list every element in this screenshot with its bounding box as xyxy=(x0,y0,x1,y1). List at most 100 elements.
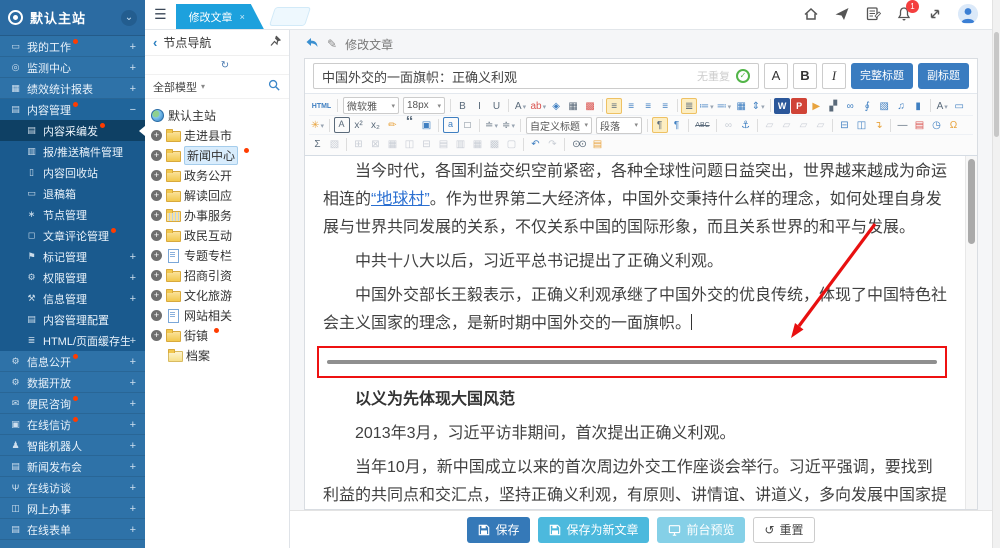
preview-button[interactable]: 前台预览 xyxy=(657,517,745,543)
expand-icon[interactable]: + xyxy=(151,330,162,341)
tree-node[interactable]: + 街镇 xyxy=(148,325,286,345)
model-filter-select[interactable]: 全部模型 xyxy=(153,79,197,95)
insert-table-button[interactable]: ▦ xyxy=(733,98,749,114)
tree-node[interactable]: + 政民互动 xyxy=(148,225,286,245)
align-center-button[interactable]: ≡ xyxy=(623,98,639,114)
node-search-input[interactable] xyxy=(209,81,264,93)
collapse-panel-icon[interactable]: ‹ xyxy=(153,35,157,50)
table-split-button[interactable]: ◫ xyxy=(402,136,418,152)
remove-indent-button[interactable]: ¶ xyxy=(669,117,685,133)
quick-send-icon[interactable] xyxy=(834,6,850,22)
tree-node[interactable]: + 招商引资 xyxy=(148,265,286,285)
image-left-button[interactable]: ▱ xyxy=(762,117,778,133)
format-painter-button[interactable]: ✏ xyxy=(385,117,401,133)
article-title-field[interactable]: 无重复 ✓ xyxy=(313,63,759,89)
sidebar-item[interactable]: ▭ 退稿箱 xyxy=(0,183,145,204)
bold-button[interactable]: B xyxy=(455,98,471,114)
anchor-button[interactable]: ⚓ xyxy=(738,117,754,133)
sidebar-item[interactable]: ∗ 节点管理 xyxy=(0,204,145,225)
editor-content[interactable]: 当今时代，各国利益交织空前紧密，各种全球性问题日益突出，世界越来越成为命运相连的… xyxy=(305,156,965,509)
sidebar-item[interactable]: ◻ 文章评论管理 xyxy=(0,225,145,246)
sidebar-item[interactable]: ▤ 内容采编发 xyxy=(0,120,145,141)
import-word-button[interactable]: W xyxy=(774,98,790,114)
insert-media-button[interactable]: ▶ xyxy=(808,98,824,114)
align-justify-button[interactable]: ≡ xyxy=(657,98,673,114)
find-replace-button[interactable]: ⊙⊙ xyxy=(569,136,589,152)
space-below-button[interactable]: ≑ xyxy=(501,117,517,133)
search-icon[interactable] xyxy=(268,79,281,95)
tree-node[interactable]: + 网站相关 xyxy=(148,305,286,325)
sidebar-item[interactable]: ⚒ 信息管理 + xyxy=(0,288,145,309)
tree-node[interactable]: + 专题专栏 xyxy=(148,245,286,265)
formula-button[interactable]: Σ xyxy=(310,136,326,152)
table-header-button[interactable]: ▤ xyxy=(436,136,452,152)
stamp-button[interactable]: ▩ xyxy=(582,98,598,114)
tab-close-icon[interactable]: × xyxy=(240,12,245,22)
title-italic-button[interactable]: I xyxy=(822,63,846,89)
expand-icon[interactable]: + xyxy=(151,310,162,321)
table-style-button[interactable]: ▩ xyxy=(487,136,503,152)
columns-button[interactable]: ◫ xyxy=(854,117,870,133)
sidebar-item[interactable]: ≣ HTML/页面缓存生成 + xyxy=(0,330,145,351)
fullscreen-icon[interactable] xyxy=(927,6,943,22)
tree-node[interactable]: + 走进县市 xyxy=(148,125,286,145)
expand-icon[interactable]: + xyxy=(151,250,162,261)
expand-icon[interactable]: + xyxy=(151,130,162,141)
back-icon[interactable] xyxy=(304,36,319,53)
redo-button[interactable]: ↷ xyxy=(545,136,561,152)
emoticon-button[interactable]: ▦ xyxy=(565,98,581,114)
subtitle-button[interactable]: 副标题 xyxy=(918,63,969,89)
anchor-name-button[interactable]: a xyxy=(443,117,459,133)
letter-case-button[interactable]: A xyxy=(934,98,950,114)
table-merge-button[interactable]: ▦ xyxy=(385,136,401,152)
image-right-button[interactable]: ▱ xyxy=(796,117,812,133)
table-column-button[interactable]: ▥ xyxy=(453,136,469,152)
source-code-button[interactable]: HTML xyxy=(310,98,334,114)
first-line-indent-button[interactable]: ¶ xyxy=(652,117,668,133)
format-eraser-button[interactable]: ◈ xyxy=(548,98,564,114)
editor-scrollbar[interactable] xyxy=(965,156,977,509)
subscript-button[interactable]: x₂ xyxy=(368,117,384,133)
attachment-button[interactable]: ∮ xyxy=(859,98,875,114)
expand-icon[interactable]: + xyxy=(151,150,162,161)
refresh-icon[interactable]: ↻ xyxy=(153,57,290,73)
sidebar-item[interactable]: ✉ 便民咨询 + xyxy=(0,393,145,414)
sidebar-item[interactable]: ◎ 监测中心 + xyxy=(0,57,145,78)
editor-scrollbar-thumb[interactable] xyxy=(968,159,975,244)
spellcheck-button[interactable]: ABC xyxy=(693,117,713,133)
align-right-button[interactable]: ≡ xyxy=(640,98,656,114)
insert-template-button[interactable]: ↴ xyxy=(871,117,887,133)
pin-icon[interactable] xyxy=(269,35,281,50)
custom-title-select[interactable]: 自定义标题▾ xyxy=(526,117,592,134)
page-break-button[interactable]: ⊟ xyxy=(837,117,853,133)
title-bold-button[interactable]: B xyxy=(793,63,817,89)
line-height-button[interactable]: ⇕ xyxy=(750,98,766,114)
notes-icon[interactable] xyxy=(865,6,881,22)
space-above-button[interactable]: ≐ xyxy=(484,117,500,133)
tab-edit-article[interactable]: 修改文章 × xyxy=(176,4,264,29)
expand-icon[interactable]: + xyxy=(151,170,162,181)
reset-button[interactable]: ↺ 重置 xyxy=(753,517,814,543)
italic-button[interactable]: I xyxy=(472,98,488,114)
bell-icon[interactable]: 1 xyxy=(896,6,912,22)
tree-node[interactable]: + 文化旅游 xyxy=(148,285,286,305)
underline-button[interactable]: U xyxy=(489,98,505,114)
expand-icon[interactable]: + xyxy=(151,230,162,241)
blockquote-button[interactable]: “ xyxy=(402,117,418,133)
sidebar-item[interactable]: ▥ 报/推送稿件管理 xyxy=(0,141,145,162)
sidebar-item[interactable]: ⚙ 权限管理 + xyxy=(0,267,145,288)
full-title-button[interactable]: 完整标题 xyxy=(851,63,913,89)
table-insert-row-button[interactable]: ⊞ xyxy=(351,136,367,152)
sidebar-item[interactable]: ⚙ 信息公开 + xyxy=(0,351,145,372)
tree-node[interactable]: + 政务公开 xyxy=(148,165,286,185)
chevron-down-icon[interactable]: ⌄ xyxy=(121,10,137,26)
table-delete-button[interactable]: ⊠ xyxy=(368,136,384,152)
sidebar-item[interactable]: ⚙ 数据开放 + xyxy=(0,372,145,393)
hyperlink-button[interactable]: ∞ xyxy=(842,98,858,114)
table-cell-button[interactable]: ▦ xyxy=(470,136,486,152)
sidebar-item[interactable]: ▭ 我的工作 + xyxy=(0,36,145,57)
insert-date-button[interactable]: ▤ xyxy=(912,117,928,133)
new-document-button[interactable]: □ xyxy=(460,117,476,133)
expand-icon[interactable]: + xyxy=(151,190,162,201)
paste-board-button[interactable]: ▤ xyxy=(590,136,606,152)
